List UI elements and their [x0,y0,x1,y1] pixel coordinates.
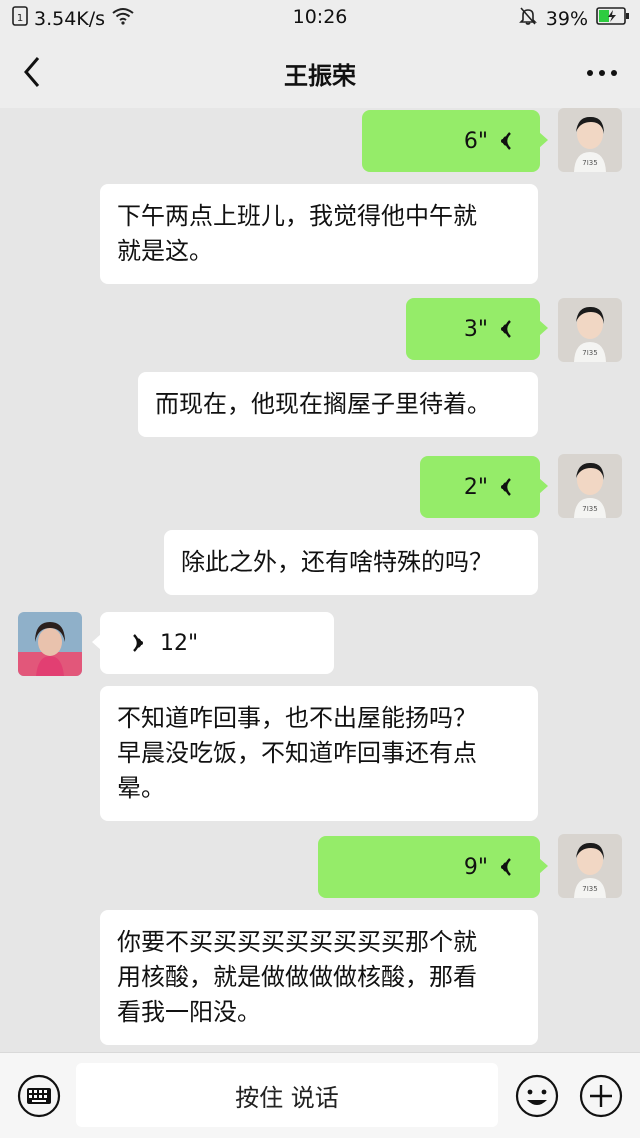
input-bar: 按住 说话 [0,1052,640,1138]
more-button[interactable] [582,58,622,88]
svg-text:7I35: 7I35 [582,349,597,357]
voice-wave-icon [501,320,511,338]
voice-message-outgoing[interactable]: 9" [318,836,548,898]
text-message-incoming[interactable]: 下午两点上班儿，我觉得他中午就 就是这。 [100,184,538,284]
svg-text:7I35: 7I35 [582,505,597,513]
text-message-incoming[interactable]: 不知道咋回事，也不出屋能扬吗？ 早晨没吃饭，不知道咋回事还有点 晕。 [100,686,538,821]
message-line: 早晨没吃饭，不知道咋回事还有点 [117,739,477,767]
emoji-button[interactable] [514,1073,560,1119]
svg-text:7I35: 7I35 [582,885,597,893]
avatar-self[interactable]: 7I35 [558,298,622,362]
voice-message-outgoing[interactable]: 6" [362,110,548,172]
emoji-icon [515,1074,559,1118]
voice-duration: 12" [160,630,199,656]
battery-percent: 39% [545,7,588,30]
voice-message-incoming[interactable]: 12" [92,612,334,674]
voice-duration: 6" [463,128,488,154]
message-line: 用核酸，就是做做做做核酸，那看 [117,963,477,991]
plus-icon [579,1074,623,1118]
voice-duration: 2" [463,474,488,500]
chat-title: 王振荣 [284,62,356,90]
message-line: 晕。 [117,774,165,802]
message-line: 你要不买买买买买买买买买那个就 [117,928,477,956]
message-line: 不知道咋回事，也不出屋能扬吗？ [117,704,477,732]
avatar-self[interactable]: 7I35 [558,108,622,172]
message-line: 除此之外，还有啥特殊的吗？ [181,548,493,576]
message-list[interactable]: 6" 7I35 下午两点上班儿，我觉得他中午就 就是这。 3" 7I35 而现在… [0,108,640,1052]
mute-bell-icon [518,6,538,31]
battery-charging-icon [596,7,630,30]
avatar-contact[interactable] [18,612,82,676]
voice-message-outgoing[interactable]: 3" [406,298,548,360]
text-message-incoming[interactable]: 你要不买买买买买买买买买那个就 用核酸，就是做做做做核酸，那看 看我一阳没。 [100,910,538,1045]
keyboard-icon [17,1074,61,1118]
voice-duration: 3" [463,316,488,342]
message-line: 就是这。 [117,237,213,265]
voice-wave-icon [133,634,143,652]
avatar-self[interactable]: 7I35 [558,454,622,518]
voice-wave-icon [501,478,511,496]
more-dots-icon [587,70,617,76]
svg-text:7I35: 7I35 [582,159,597,167]
status-bar: 1 3.54K/s 10:26 39% [0,0,640,36]
chat-header: 王振荣 [0,36,640,108]
hold-to-talk-button[interactable]: 按住 说话 [76,1063,498,1127]
keyboard-toggle-button[interactable] [16,1073,62,1119]
avatar-self[interactable]: 7I35 [558,834,622,898]
message-line: 而现在，他现在搁屋子里待着。 [155,390,491,418]
voice-duration: 9" [463,854,488,880]
voice-wave-icon [501,858,511,876]
text-message-incoming[interactable]: 而现在，他现在搁屋子里待着。 [138,372,538,437]
voice-message-outgoing[interactable]: 2" [420,456,548,518]
message-line: 下午两点上班儿，我觉得他中午就 [117,202,477,230]
text-message-incoming[interactable]: 除此之外，还有啥特殊的吗？ [164,530,538,595]
more-actions-button[interactable] [578,1073,624,1119]
message-line: 看我一阳没。 [117,998,261,1026]
voice-wave-icon [501,132,511,150]
